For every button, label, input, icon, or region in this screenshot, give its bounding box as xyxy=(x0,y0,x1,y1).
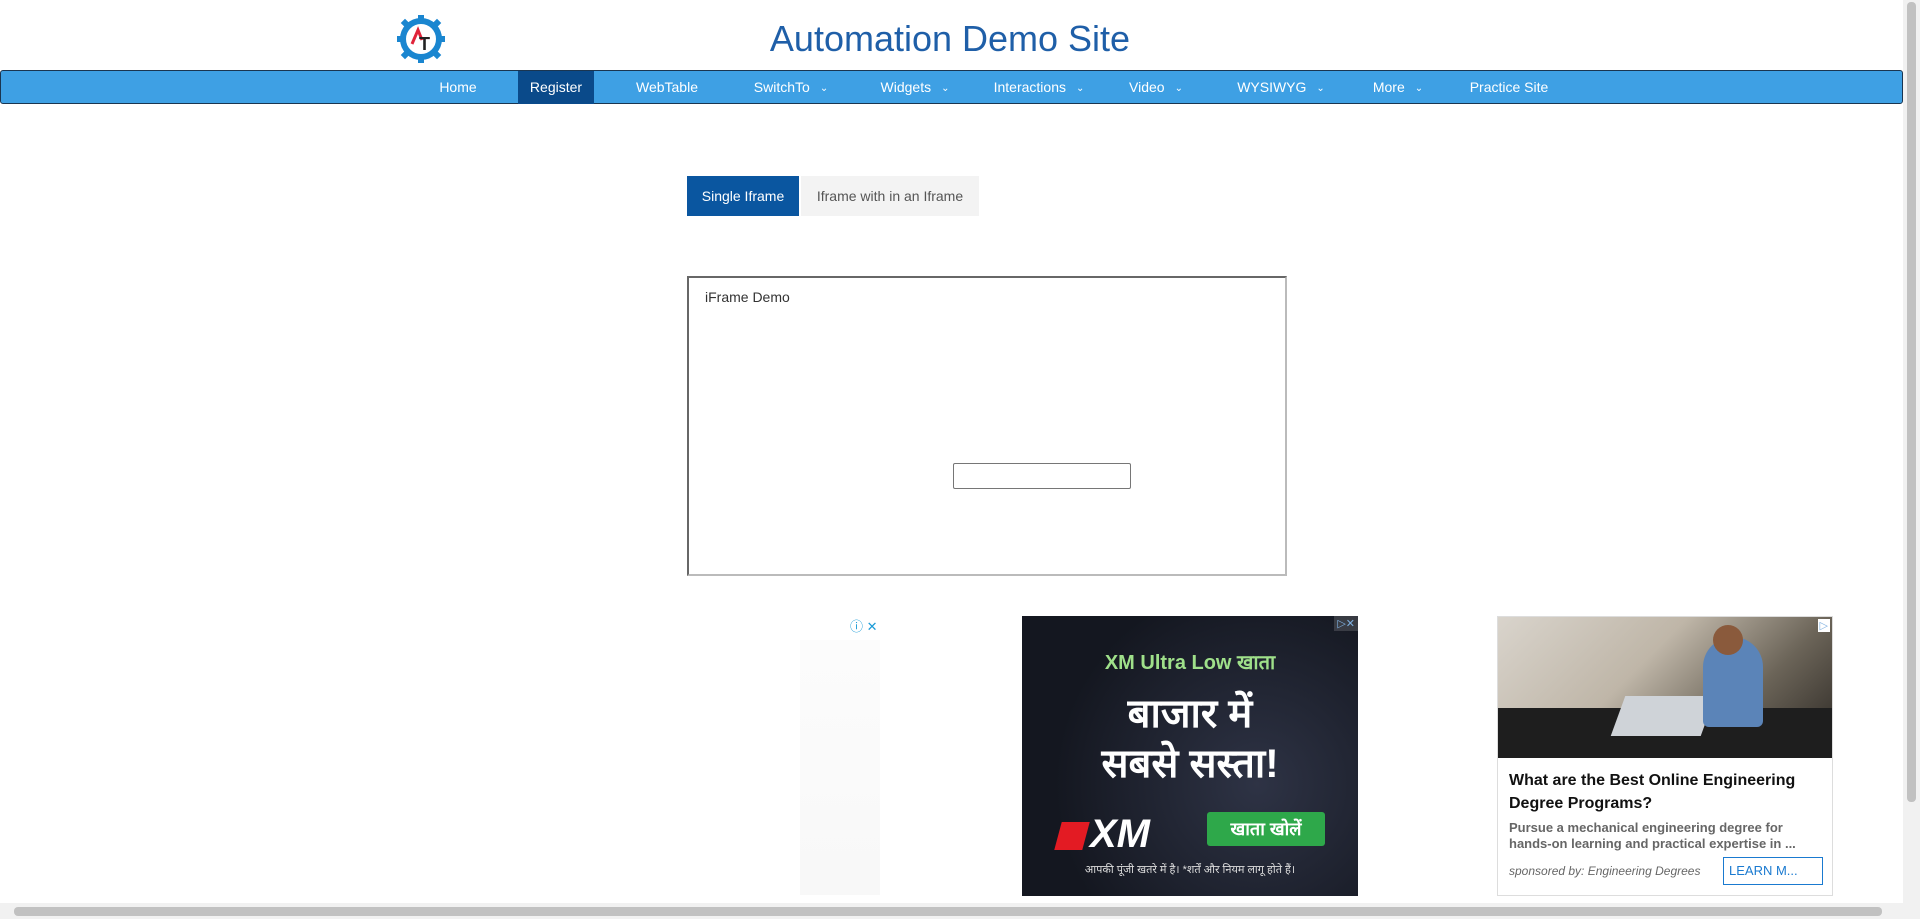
ad-photo: ▷ xyxy=(1498,617,1832,758)
ad-description: Pursue a mechanical engineering degree f… xyxy=(1509,820,1796,851)
main-navbar: Home Register WebTable SwitchTo ⌄ Widgets… xyxy=(0,70,1903,104)
nav-switchto[interactable]: SwitchTo ⌄ xyxy=(741,71,841,104)
learn-more-button[interactable]: LEARN M... xyxy=(1723,857,1823,885)
xm-open-account-button[interactable]: खाता खोलें xyxy=(1207,812,1325,846)
ad-sponsor: sponsored by: Engineering Degrees xyxy=(1509,864,1701,878)
svg-text:T: T xyxy=(419,34,430,54)
nav-interactions[interactable]: Interactions ⌄ xyxy=(984,71,1094,104)
nav-home-label: Home xyxy=(439,79,477,95)
horizontal-scrollbar[interactable] xyxy=(0,903,1903,919)
nav-register[interactable]: Register xyxy=(518,71,594,104)
nav-webtable-label: WebTable xyxy=(635,79,698,95)
nav-widgets-label: Widgets xyxy=(880,79,932,95)
page-title: Automation Demo Site xyxy=(769,18,1131,59)
vertical-scroll-thumb[interactable] xyxy=(1907,2,1916,802)
engineering-ad-card[interactable]: ▷ What are the Best Online Engineering D… xyxy=(1497,616,1833,896)
xm-ad-disclaimer: आपकी पूंजी खतरे में है। *शर्तें और नियम … xyxy=(1084,864,1296,876)
nav-webtable[interactable]: WebTable xyxy=(621,71,713,104)
ad-choices-icon[interactable]: ▷ xyxy=(1817,619,1830,632)
nav-switchto-label: SwitchTo xyxy=(753,79,810,95)
tab-nested-iframe[interactable]: Iframe with in an Iframe xyxy=(801,176,979,216)
chevron-down-icon: ⌄ xyxy=(1414,83,1424,94)
xm-ad-line3: सबसे सस्ता! xyxy=(1101,742,1279,786)
gear-logo-icon: T xyxy=(397,15,445,63)
site-logo[interactable]: T xyxy=(396,14,446,64)
nav-home[interactable]: Home xyxy=(427,71,489,104)
nav-wysiwyg[interactable]: WYSIWYG ⌄ xyxy=(1226,71,1336,104)
faded-ad-placeholder xyxy=(800,640,880,895)
nav-register-label: Register xyxy=(529,79,583,95)
nav-practice-site-label: Practice Site xyxy=(1469,79,1549,95)
chevron-down-icon: ⌄ xyxy=(1174,83,1183,94)
iframe-text-input[interactable] xyxy=(953,463,1131,489)
nav-video-label: Video xyxy=(1129,79,1165,95)
nav-practice-site[interactable]: Practice Site xyxy=(1459,71,1559,104)
iframe-frame: iFrame Demo xyxy=(687,276,1287,576)
laptop-shape xyxy=(1610,696,1716,736)
nav-more-label: More xyxy=(1372,79,1405,95)
nav-widgets[interactable]: Widgets ⌄ xyxy=(865,71,965,104)
xm-brand-mark-icon xyxy=(1054,822,1090,851)
ad-choices-controls[interactable]: ⓘ ✕ xyxy=(850,616,878,635)
xm-ad-line2: बाजार में xyxy=(1127,692,1253,736)
nav-video[interactable]: Video ⌄ xyxy=(1118,71,1194,104)
xm-ad-banner[interactable]: ▷✕ XM Ultra Low खाता बाजार में सबसे सस्त… xyxy=(1022,616,1358,896)
nav-more[interactable]: More ⌄ xyxy=(1363,71,1433,104)
ad-headline[interactable]: What are the Best Online Engineering Deg… xyxy=(1509,769,1819,815)
chevron-down-icon: ⌄ xyxy=(1075,83,1085,94)
tab-single-iframe[interactable]: Single Iframe xyxy=(687,176,799,216)
ad-close-icon[interactable]: ▷✕ xyxy=(1334,616,1358,631)
chevron-down-icon: ⌄ xyxy=(819,83,829,94)
xm-brand-logo: XM xyxy=(1054,812,1150,857)
nav-interactions-label: Interactions xyxy=(993,79,1066,95)
vertical-scrollbar[interactable] xyxy=(1903,0,1920,919)
person-head-shape xyxy=(1713,625,1743,655)
chevron-down-icon: ⌄ xyxy=(941,83,950,94)
iframe-heading: iFrame Demo xyxy=(705,289,790,305)
chevron-down-icon: ⌄ xyxy=(1316,83,1325,94)
xm-ad-line1: XM Ultra Low खाता xyxy=(1104,652,1276,674)
xm-brand-text: XM xyxy=(1090,812,1150,856)
nav-wysiwyg-label: WYSIWYG xyxy=(1237,79,1307,95)
horizontal-scroll-thumb[interactable] xyxy=(14,907,1882,916)
